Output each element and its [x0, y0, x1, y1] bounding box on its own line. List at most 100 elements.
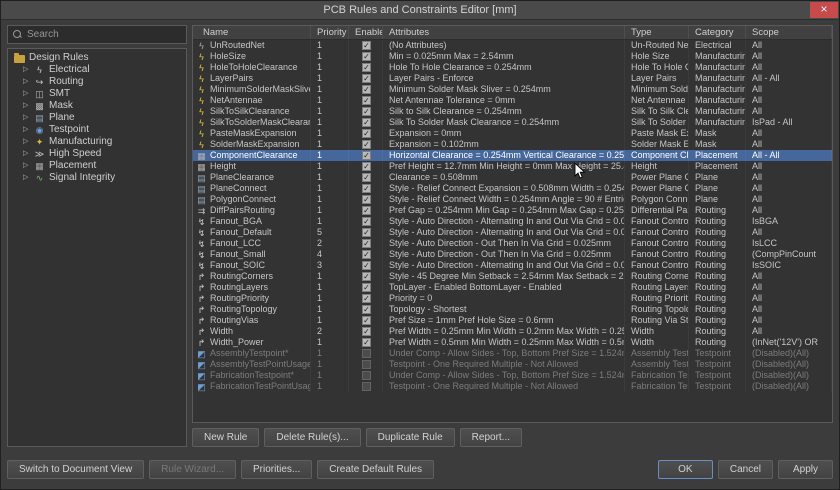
enabled-checkbox[interactable]: ✓	[362, 239, 371, 248]
table-row[interactable]: ↱RoutingLayers1✓TopLayer - Enabled Botto…	[193, 282, 832, 293]
table-row[interactable]: ϟSolderMaskExpansion1✓Expansion = 0.102m…	[193, 139, 832, 150]
table-row[interactable]: ⇉DiffPairsRouting1✓Pref Gap = 0.254mm Mi…	[193, 205, 832, 216]
tree-item-electrical[interactable]: ▷ϟElectrical	[8, 64, 186, 76]
column-header-priority[interactable]: Priority	[311, 26, 349, 39]
tree-item-routing[interactable]: ▷↪Routing	[8, 76, 186, 88]
tree-item-smt[interactable]: ▷◫SMT	[8, 88, 186, 100]
column-header-type[interactable]: Type	[625, 26, 689, 39]
expand-icon[interactable]: ▷	[23, 136, 30, 148]
table-row[interactable]: ↯Fanout_Default5✓Style - Auto Direction …	[193, 227, 832, 238]
table-row[interactable]: ϟHoleToHoleClearance1✓Hole To Hole Clear…	[193, 62, 832, 73]
create-default-rules-button[interactable]: Create Default Rules	[317, 460, 434, 479]
table-row[interactable]: ϟNetAntennae1✓Net Antennae Tolerance = 0…	[193, 95, 832, 106]
enabled-checkbox[interactable]: ✓	[362, 162, 371, 171]
enabled-checkbox[interactable]: ✓	[362, 195, 371, 204]
switch-to-document-view-button[interactable]: Switch to Document View	[7, 460, 144, 479]
expand-icon[interactable]: ▷	[23, 64, 30, 76]
table-row[interactable]: ▦Height1✓Pref Height = 12.7mm Min Height…	[193, 161, 832, 172]
expand-icon[interactable]: ▷	[23, 88, 30, 100]
expand-icon[interactable]: ▷	[23, 160, 30, 172]
table-row[interactable]: ↱Width_Power1✓Pref Width = 0.5mm Min Wid…	[193, 337, 832, 348]
column-header-enabled[interactable]: Enabled	[349, 26, 383, 39]
tree-item-manufacturing[interactable]: ▷✦Manufacturing	[8, 136, 186, 148]
title-bar[interactable]: PCB Rules and Constraints Editor [mm] ×	[1, 1, 839, 20]
table-row[interactable]: ▤PlaneClearance1✓Clearance = 0.508mmPowe…	[193, 172, 832, 183]
enabled-checkbox[interactable]: ✓	[362, 107, 371, 116]
enabled-checkbox[interactable]: ✓	[362, 338, 371, 347]
expand-icon[interactable]: ▷	[23, 172, 30, 184]
enabled-checkbox[interactable]: ✓	[362, 206, 371, 215]
delete-rule-s-button[interactable]: Delete Rule(s)...	[264, 428, 360, 447]
tree-item-high-speed[interactable]: ▷≫High Speed	[8, 148, 186, 160]
table-row[interactable]: ϟUnRoutedNet1✓(No Attributes)Un-Routed N…	[193, 40, 832, 51]
enabled-checkbox[interactable]: ✓	[362, 316, 371, 325]
enabled-checkbox[interactable]: ✓	[362, 52, 371, 61]
column-header-scope[interactable]: Scope	[746, 26, 832, 39]
enabled-checkbox[interactable]: ✓	[362, 184, 371, 193]
enabled-checkbox[interactable]: ✓	[362, 250, 371, 259]
enabled-checkbox[interactable]: ✓	[362, 228, 371, 237]
enabled-checkbox[interactable]: ✓	[362, 217, 371, 226]
enabled-checkbox[interactable]	[362, 349, 371, 358]
table-row[interactable]: ϟSilkToSolderMaskClearance1✓Silk To Sold…	[193, 117, 832, 128]
enabled-checkbox[interactable]: ✓	[362, 261, 371, 270]
enabled-checkbox[interactable]: ✓	[362, 173, 371, 182]
expand-icon[interactable]: ▷	[23, 76, 30, 88]
table-row[interactable]: ↯Fanout_LCC2✓Style - Auto Direction - Ou…	[193, 238, 832, 249]
table-row[interactable]: ϟMinimumSolderMaskSliver1✓Minimum Solder…	[193, 84, 832, 95]
table-row[interactable]: ▤PolygonConnect1✓Style - Relief Connect …	[193, 194, 832, 205]
table-row[interactable]: ◩AssemblyTestpoint*1Under Comp - Allow S…	[193, 348, 832, 359]
table-row[interactable]: ◩AssemblyTestPointUsage*1Testpoint - One…	[193, 359, 832, 370]
table-row[interactable]: ↯Fanout_SOIC3✓Style - Auto Direction - A…	[193, 260, 832, 271]
tree-item-design-rules[interactable]: Design Rules	[8, 52, 186, 64]
enabled-checkbox[interactable]: ✓	[362, 41, 371, 50]
enabled-checkbox[interactable]: ✓	[362, 272, 371, 281]
table-row[interactable]: ◩FabricationTestPointUsage*1Testpoint - …	[193, 381, 832, 392]
duplicate-rule-button[interactable]: Duplicate Rule	[366, 428, 455, 447]
tree-item-mask[interactable]: ▷▩Mask	[8, 100, 186, 112]
table-row[interactable]: ↱RoutingTopology1✓Topology - ShortestRou…	[193, 304, 832, 315]
tree-item-placement[interactable]: ▷▦Placement	[8, 160, 186, 172]
report-button[interactable]: Report...	[460, 428, 522, 447]
enabled-checkbox[interactable]: ✓	[362, 151, 371, 160]
cancel-button[interactable]: Cancel	[718, 460, 773, 479]
priorities-button[interactable]: Priorities...	[241, 460, 312, 479]
column-header-attributes[interactable]: Attributes	[383, 26, 625, 39]
enabled-checkbox[interactable]	[362, 360, 371, 369]
enabled-checkbox[interactable]: ✓	[362, 74, 371, 83]
table-row[interactable]: ↯Fanout_Small4✓Style - Auto Direction - …	[193, 249, 832, 260]
table-row[interactable]: ◩FabricationTestpoint*1Under Comp - Allo…	[193, 370, 832, 381]
table-row[interactable]: ▦ComponentClearance1✓Horizontal Clearanc…	[193, 150, 832, 161]
table-row[interactable]: ϟLayerPairs1✓Layer Pairs - EnforceLayer …	[193, 73, 832, 84]
table-row[interactable]: ϟPasteMaskExpansion1✓Expansion = 0mmPast…	[193, 128, 832, 139]
enabled-checkbox[interactable]	[362, 371, 371, 380]
enabled-checkbox[interactable]: ✓	[362, 85, 371, 94]
table-row[interactable]: ↱RoutingPriority1✓Priority = 0Routing Pr…	[193, 293, 832, 304]
expand-icon[interactable]: ▷	[23, 148, 30, 160]
table-row[interactable]: ↱Width2✓Pref Width = 0.25mm Min Width = …	[193, 326, 832, 337]
enabled-checkbox[interactable]: ✓	[362, 96, 371, 105]
search-input[interactable]: Search	[7, 25, 187, 44]
tree-item-testpoint[interactable]: ▷◉Testpoint	[8, 124, 186, 136]
enabled-checkbox[interactable]: ✓	[362, 283, 371, 292]
enabled-checkbox[interactable]: ✓	[362, 305, 371, 314]
column-header-name[interactable]: Name	[193, 26, 311, 39]
enabled-checkbox[interactable]: ✓	[362, 294, 371, 303]
enabled-checkbox[interactable]: ✓	[362, 129, 371, 138]
tree-item-signal-integrity[interactable]: ▷∿Signal Integrity	[8, 172, 186, 184]
new-rule-button[interactable]: New Rule	[192, 428, 259, 447]
table-row[interactable]: ϟHoleSize1✓Min = 0.025mm Max = 2.54mmHol…	[193, 51, 832, 62]
expand-icon[interactable]: ▷	[23, 100, 30, 112]
expand-icon[interactable]: ▷	[23, 124, 30, 136]
column-header-category[interactable]: Category	[689, 26, 746, 39]
table-row[interactable]: ▤PlaneConnect1✓Style - Relief Connect Ex…	[193, 183, 832, 194]
expand-icon[interactable]: ▷	[23, 112, 30, 124]
table-row[interactable]: ϟSilkToSilkClearance1✓Silk to Silk Clear…	[193, 106, 832, 117]
enabled-checkbox[interactable]: ✓	[362, 140, 371, 149]
enabled-checkbox[interactable]: ✓	[362, 118, 371, 127]
apply-button[interactable]: Apply	[778, 460, 833, 479]
table-row[interactable]: ↱RoutingCorners1✓Style - 45 Degree Min S…	[193, 271, 832, 282]
close-icon[interactable]: ×	[810, 2, 838, 18]
table-row[interactable]: ↯Fanout_BGA1✓Style - Auto Direction - Al…	[193, 216, 832, 227]
enabled-checkbox[interactable]: ✓	[362, 327, 371, 336]
